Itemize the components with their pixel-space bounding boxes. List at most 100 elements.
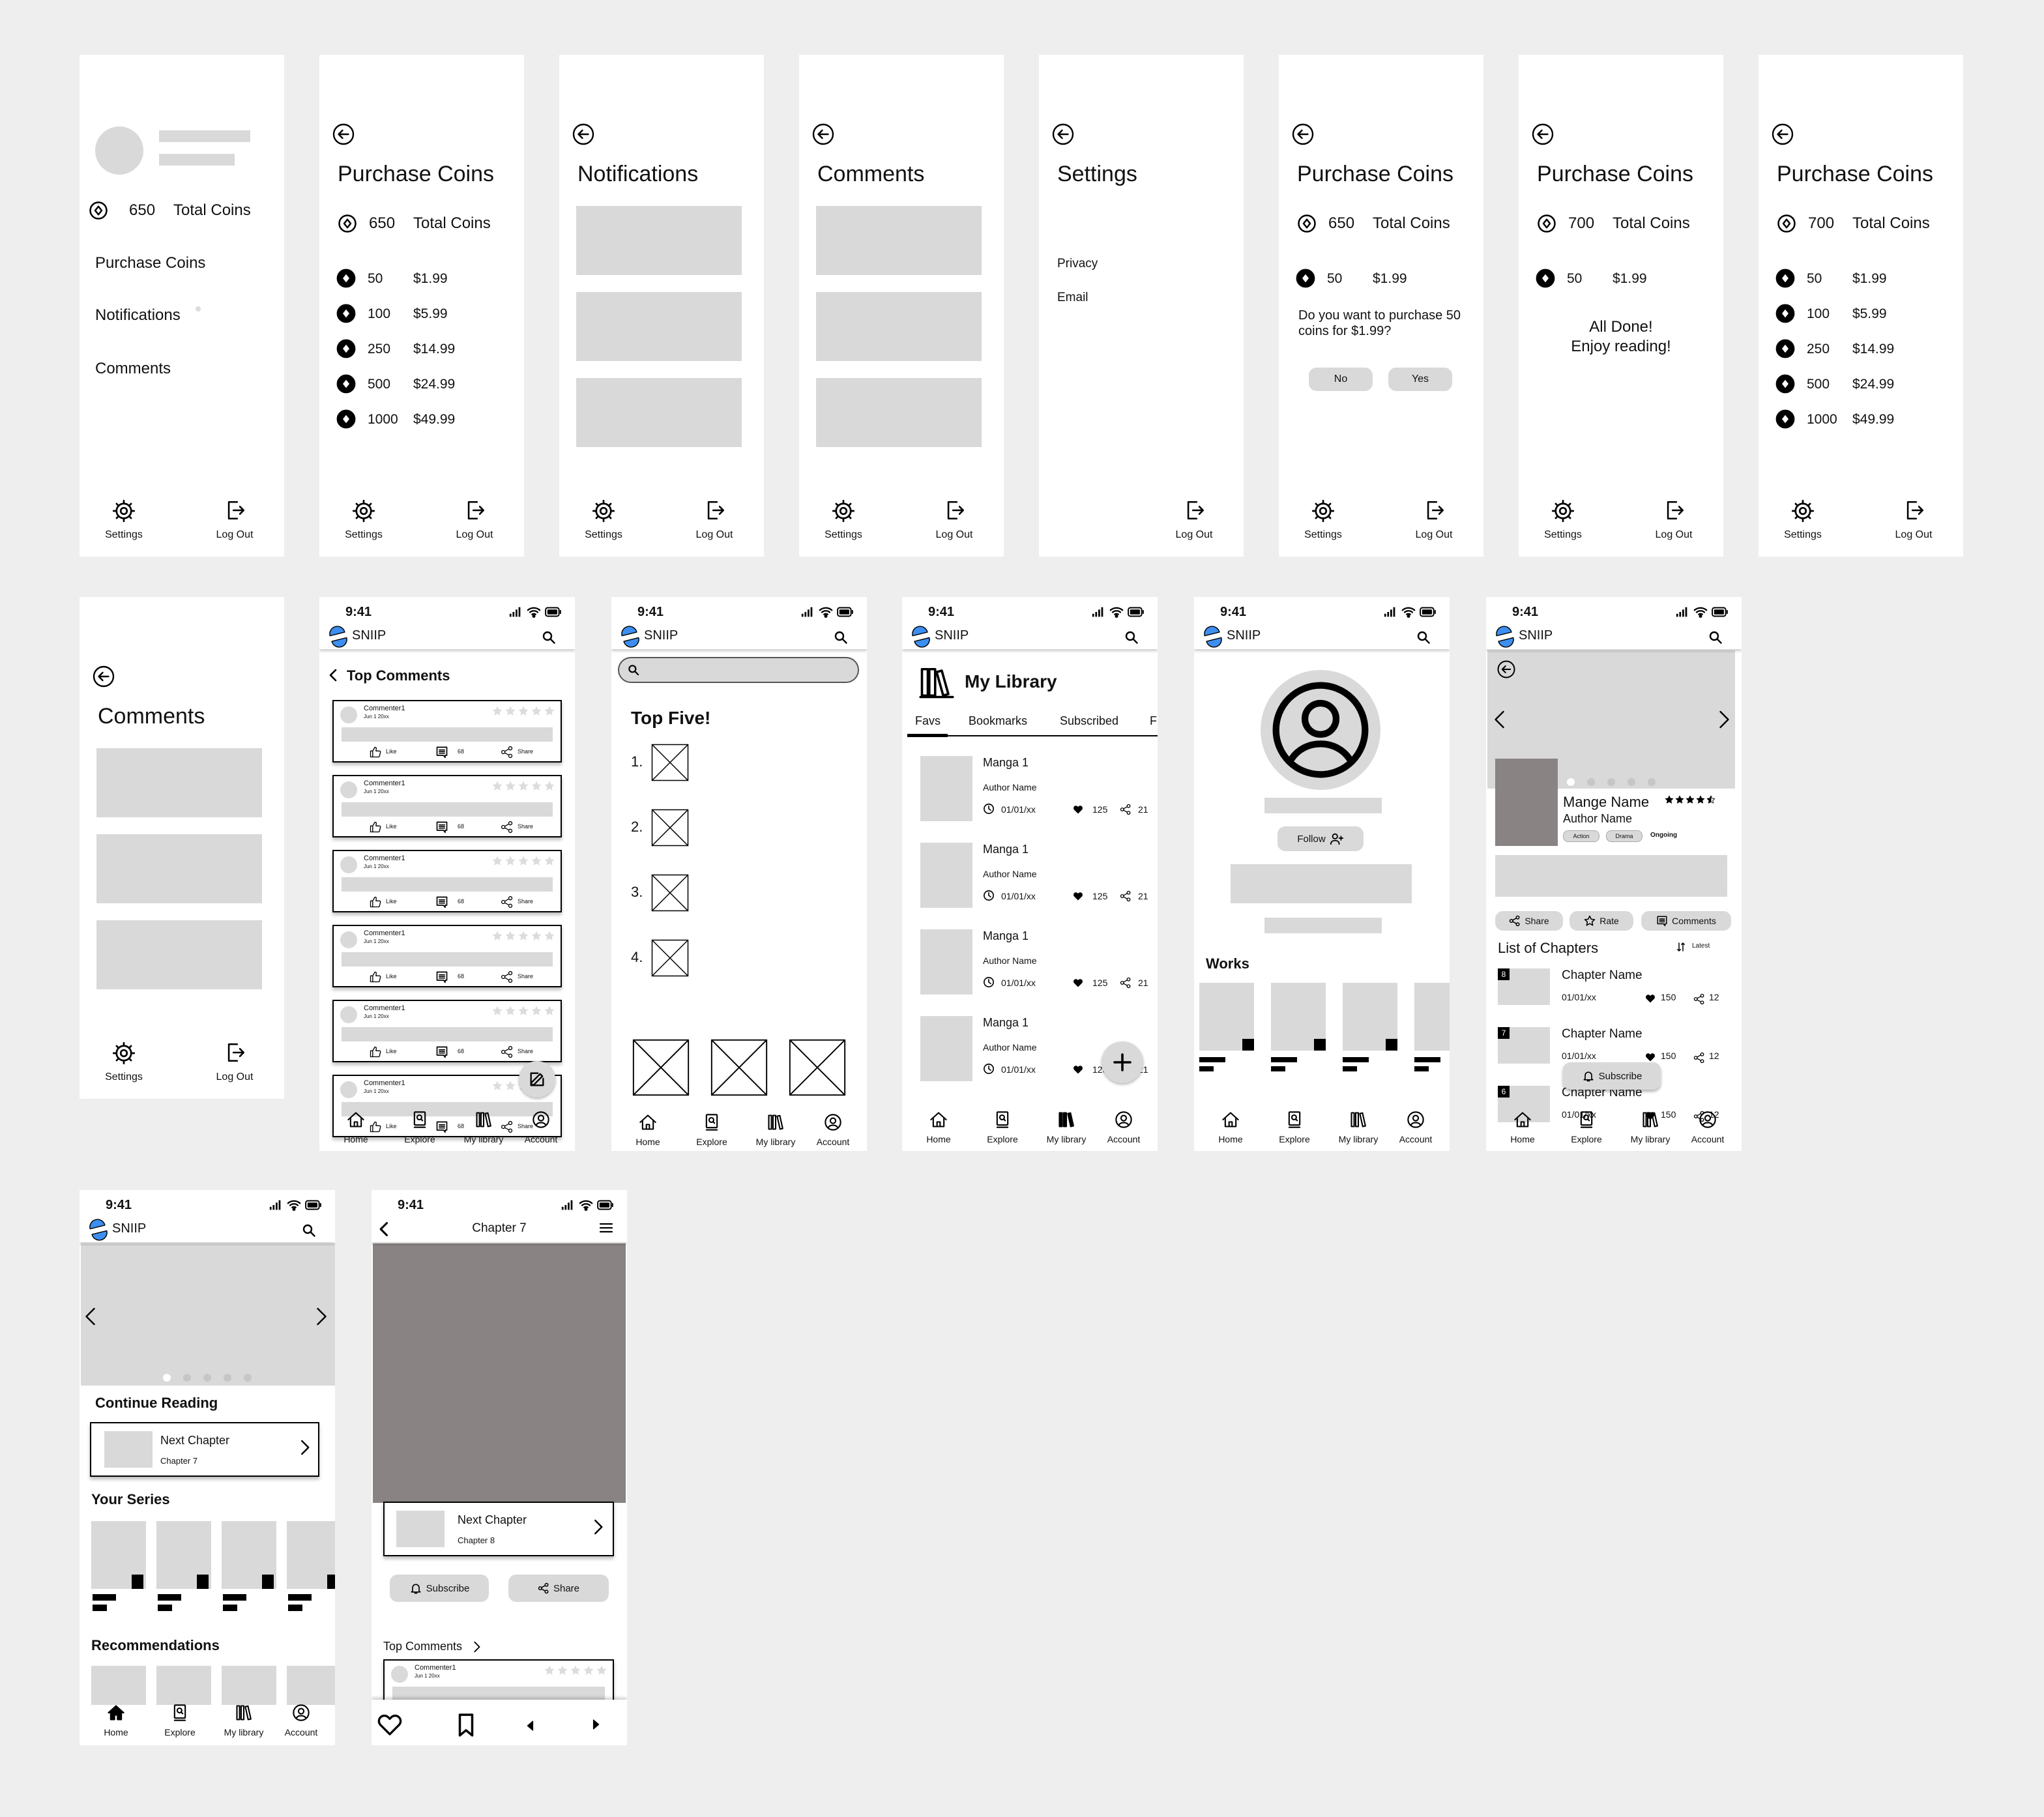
back-icon[interactable] — [811, 123, 835, 146]
nav-item-account[interactable]: Account — [512, 1108, 570, 1148]
image-placeholder-icon[interactable] — [631, 1038, 691, 1097]
heart-icon[interactable] — [1073, 978, 1083, 988]
nav-item-explore[interactable]: Explore — [390, 1108, 449, 1148]
nav-item-my-library[interactable]: My library — [746, 1111, 805, 1151]
share-button[interactable]: Share — [501, 1045, 553, 1060]
back-icon[interactable] — [572, 123, 595, 146]
nav-item-home[interactable]: Home — [1201, 1108, 1260, 1148]
nav-item-my-library[interactable]: My library — [1037, 1108, 1096, 1148]
recommendation-item[interactable] — [222, 1666, 276, 1705]
settings-button[interactable]: Settings — [85, 498, 163, 544]
nav-item-account[interactable]: Account — [804, 1111, 862, 1151]
like-button[interactable]: Like — [369, 821, 415, 835]
search-icon[interactable] — [1124, 630, 1139, 645]
coin-package[interactable]: 100 $5.99 — [1775, 302, 1945, 325]
rate-button[interactable]: Rate — [1570, 911, 1633, 931]
tab-subscribed[interactable]: Subscribed — [1060, 714, 1118, 728]
search-icon[interactable] — [541, 630, 557, 645]
nav-item-my-library[interactable]: My library — [1329, 1108, 1388, 1148]
comment-card[interactable]: Commenter1 Jun 1 20xx Like 68 Share — [332, 700, 562, 763]
share-button[interactable]: Share — [501, 821, 553, 835]
nav-item-account[interactable]: Account — [1386, 1108, 1445, 1148]
logout-button[interactable]: Log Out — [675, 498, 753, 544]
back-icon[interactable] — [92, 665, 115, 688]
coin-package[interactable]: 500 $24.99 — [336, 373, 506, 395]
heart-icon[interactable] — [377, 1711, 403, 1737]
logout-button[interactable]: Log Out — [915, 498, 993, 544]
image-placeholder-icon[interactable] — [787, 1038, 847, 1097]
carousel-next-icon[interactable] — [1712, 708, 1735, 731]
back-icon[interactable] — [1051, 123, 1075, 146]
nav-item-explore[interactable]: Explore — [151, 1701, 209, 1741]
nav-item-account[interactable]: Account — [272, 1701, 330, 1741]
logout-button[interactable]: Log Out — [1875, 498, 1953, 544]
search-icon[interactable] — [833, 630, 849, 645]
series-item[interactable] — [287, 1521, 335, 1612]
heart-icon[interactable] — [1645, 993, 1656, 1004]
tab-favs[interactable]: Favs — [915, 714, 941, 728]
library-list-item[interactable]: Manga 1 Author Name 01/01/xx 125 21 — [902, 756, 1158, 828]
coin-package[interactable]: 500 $24.99 — [1775, 373, 1945, 395]
coin-package[interactable]: 50 $1.99 — [1536, 267, 1705, 289]
comment-card[interactable]: Commenter1 Jun 1 20xx Like 68 Share — [332, 1000, 562, 1062]
share-icon[interactable] — [1693, 993, 1705, 1005]
recommendation-item[interactable] — [156, 1666, 211, 1705]
settings-button[interactable]: Settings — [1524, 498, 1602, 544]
nav-item-my-library[interactable]: My library — [1621, 1108, 1680, 1148]
settings-button[interactable]: Settings — [325, 498, 403, 544]
share-icon[interactable] — [1120, 804, 1132, 815]
recommendation-item[interactable] — [91, 1666, 146, 1705]
image-placeholder-icon[interactable] — [650, 808, 690, 847]
heart-icon[interactable] — [1073, 1064, 1083, 1075]
image-placeholder-icon[interactable] — [650, 938, 690, 978]
back-icon[interactable] — [1531, 123, 1555, 146]
nav-item-account[interactable]: Account — [1678, 1108, 1737, 1148]
like-button[interactable]: Like — [369, 746, 415, 760]
image-placeholder-icon[interactable] — [650, 873, 690, 912]
genre-tag[interactable]: Action — [1563, 830, 1599, 842]
yes-button[interactable]: Yes — [1388, 368, 1452, 391]
settings-button[interactable]: Settings — [1284, 498, 1362, 544]
nav-item-explore[interactable]: Explore — [1265, 1108, 1324, 1148]
tab-f[interactable]: F — [1150, 714, 1157, 728]
back-icon[interactable] — [1771, 123, 1794, 146]
no-button[interactable]: No — [1309, 368, 1373, 391]
coin-package[interactable]: 100 $5.99 — [336, 302, 506, 325]
back-icon[interactable] — [1291, 123, 1315, 146]
carousel-prev-icon[interactable] — [80, 1305, 103, 1328]
back-chevron-icon[interactable] — [326, 667, 342, 683]
follow-button[interactable]: Follow — [1278, 826, 1364, 851]
share-button[interactable]: Share — [508, 1575, 609, 1602]
coin-package[interactable]: 50 $1.99 — [1296, 267, 1465, 289]
comment-count[interactable]: 68 — [435, 821, 481, 835]
logout-button[interactable]: Log Out — [196, 498, 274, 544]
nav-item-my-library[interactable]: My library — [454, 1108, 513, 1148]
star-icon[interactable] — [1696, 795, 1705, 804]
recommendation-item[interactable] — [287, 1666, 335, 1705]
subscribe-button[interactable]: Subscribe — [390, 1575, 489, 1602]
series-item[interactable] — [91, 1521, 146, 1612]
star-icon[interactable] — [1686, 795, 1695, 804]
nav-item-explore[interactable]: Explore — [682, 1111, 741, 1151]
write-comment-button[interactable] — [519, 1061, 555, 1097]
next-chapter-card[interactable]: Next Chapter Chapter 8 — [383, 1502, 614, 1556]
series-item[interactable] — [156, 1521, 211, 1612]
heart-icon[interactable] — [1073, 891, 1083, 901]
settings-item-privacy[interactable]: Privacy — [1057, 257, 1098, 271]
library-list-item[interactable]: Manga 1 Author Name 01/01/xx 125 21 — [902, 843, 1158, 914]
coin-package[interactable]: 250 $14.99 — [336, 338, 506, 360]
heart-icon[interactable] — [1073, 804, 1083, 815]
share-button[interactable]: Share — [501, 970, 553, 985]
logout-button[interactable]: Log Out — [196, 1040, 274, 1086]
work-item[interactable] — [1414, 983, 1450, 1074]
add-button[interactable] — [1102, 1041, 1143, 1083]
library-list-item[interactable]: Manga 1 Author Name 01/01/xx 125 21 — [902, 929, 1158, 1001]
logout-button[interactable]: Log Out — [1635, 498, 1713, 544]
chapter-item[interactable]: 8 Chapter Name 01/01/xx 150 12 — [1486, 968, 1742, 1014]
share-icon[interactable] — [1120, 977, 1132, 989]
like-button[interactable]: Like — [369, 895, 415, 910]
star-icon[interactable] — [1706, 795, 1716, 804]
settings-button[interactable]: Settings — [564, 498, 643, 544]
nav-item-home[interactable]: Home — [87, 1701, 145, 1741]
comment-count[interactable]: 68 — [435, 746, 481, 760]
